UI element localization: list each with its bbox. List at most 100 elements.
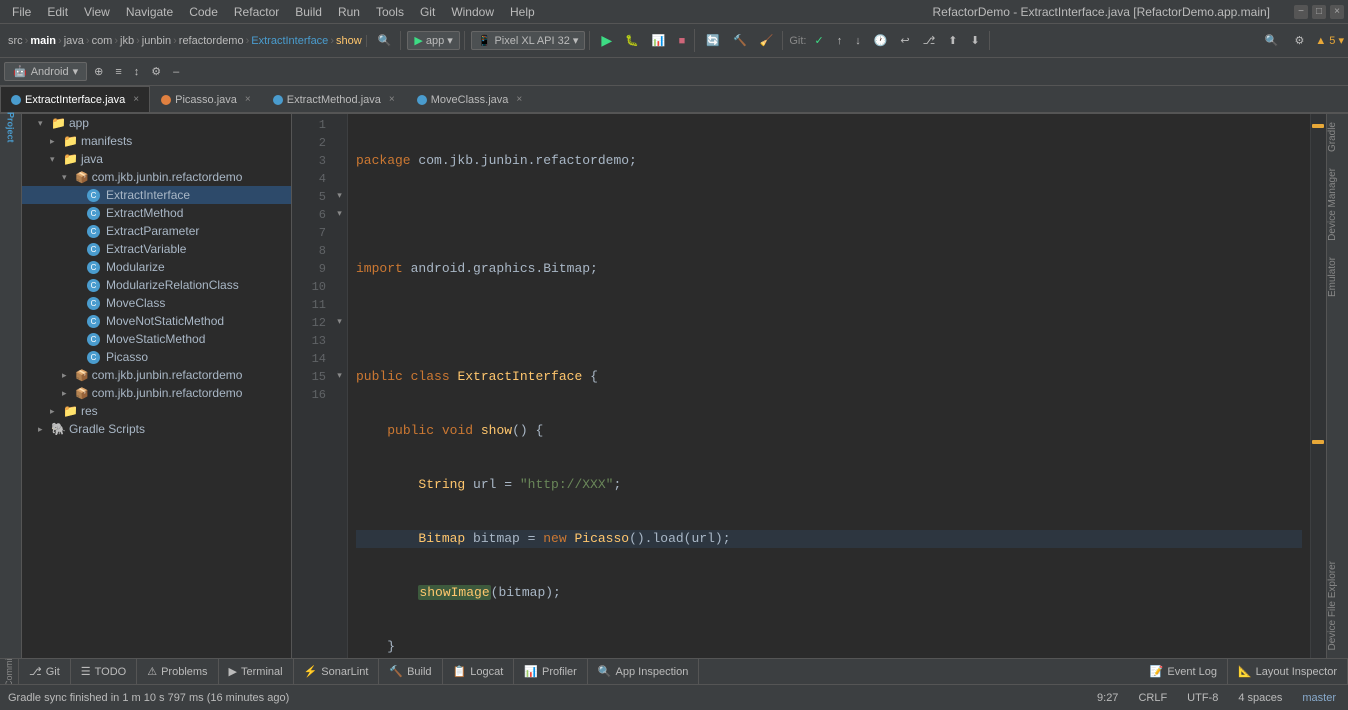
project-list-button[interactable]: ≡ — [110, 63, 126, 81]
tree-item-package-main[interactable]: ▾ 📦 com.jkb.junbin.refactordemo — [22, 168, 291, 186]
menu-git[interactable]: Git — [412, 5, 443, 19]
tree-item-moveclass[interactable]: C MoveClass — [22, 294, 291, 312]
bottom-tab-terminal[interactable]: ▶ Terminal — [219, 659, 294, 684]
line-ending-indicator[interactable]: CRLF — [1134, 691, 1171, 705]
debug-button[interactable]: 🐛 — [620, 31, 644, 50]
tab-extractmethod[interactable]: ExtractMethod.java × — [262, 86, 406, 112]
breadcrumb-main[interactable]: main — [30, 35, 56, 47]
bottom-tab-sonarlint[interactable]: ⚡ SonarLint — [294, 659, 380, 684]
fold-class-end[interactable]: ▾ — [332, 366, 347, 384]
tree-item-extractmethod[interactable]: C ExtractMethod — [22, 204, 291, 222]
breadcrumb-java[interactable]: java — [64, 35, 84, 47]
tree-item-package2[interactable]: ▸ 📦 com.jkb.junbin.refactordemo — [22, 366, 291, 384]
fold-showimage-method[interactable]: ▾ — [332, 312, 347, 330]
sync-button[interactable]: 🔄 — [701, 31, 725, 50]
tree-item-picasso[interactable]: C Picasso — [22, 348, 291, 366]
git-branch-button[interactable]: ⎇ — [918, 31, 941, 50]
tree-item-movestaticmethod[interactable]: C MoveStaticMethod — [22, 330, 291, 348]
emulator-label[interactable]: Emulator — [1327, 249, 1348, 305]
minimize-button[interactable]: − — [1294, 5, 1308, 19]
code-scrollbar[interactable] — [1310, 114, 1326, 658]
breadcrumb-method[interactable]: show — [336, 35, 362, 47]
device-dropdown[interactable]: 📱 Pixel XL API 32 ▾ — [471, 31, 586, 50]
commit-side-label[interactable]: Commit — [0, 659, 19, 684]
encoding-indicator[interactable]: UTF-8 — [1183, 691, 1222, 705]
bottom-tab-logcat[interactable]: 📋 Logcat — [443, 659, 515, 684]
app-dropdown[interactable]: ▶ app ▾ — [407, 31, 459, 50]
menu-code[interactable]: Code — [181, 5, 226, 19]
coverage-button[interactable]: 📊 — [647, 31, 671, 50]
line-col-indicator[interactable]: 9:27 — [1093, 691, 1122, 705]
clean-button[interactable]: 🧹 — [755, 31, 779, 50]
fold-class[interactable]: ▾ — [332, 186, 347, 204]
menu-build[interactable]: Build — [287, 5, 330, 19]
fold-show-method[interactable]: ▾ — [332, 204, 347, 222]
bottom-tab-layoutinspector[interactable]: 📐 Layout Inspector — [1228, 659, 1348, 684]
tree-item-java[interactable]: ▾ 📁 java — [22, 150, 291, 168]
breadcrumb-com[interactable]: com — [92, 35, 113, 47]
bottom-tab-appinspection[interactable]: 🔍 App Inspection — [588, 659, 699, 684]
tree-item-extractvariable[interactable]: C ExtractVariable — [22, 240, 291, 258]
project-expand-button[interactable]: ↕ — [129, 63, 145, 81]
git-revert-button[interactable]: ↩ — [895, 31, 914, 50]
tab-close-extractmethod[interactable]: × — [389, 94, 395, 105]
settings-button[interactable]: ⚙ — [1289, 31, 1309, 50]
android-dropdown[interactable]: 🤖 Android ▾ — [4, 62, 87, 81]
menu-help[interactable]: Help — [502, 5, 543, 19]
tree-item-modularizerelation[interactable]: C ModularizeRelationClass — [22, 276, 291, 294]
tree-item-app[interactable]: ▾ 📁 app — [22, 114, 291, 132]
breadcrumb-refactordemo[interactable]: refactordemo — [179, 35, 244, 47]
tree-item-manifests[interactable]: ▸ 📁 manifests — [22, 132, 291, 150]
menu-view[interactable]: View — [76, 5, 118, 19]
breadcrumb-file[interactable]: ExtractInterface — [251, 35, 328, 47]
code-content[interactable]: package com.jkb.junbin.refactordemo; imp… — [348, 114, 1310, 658]
tree-item-modularize[interactable]: C Modularize — [22, 258, 291, 276]
run-button[interactable]: ▶ — [596, 29, 617, 52]
code-editor[interactable]: 1 2 3 4 5 6 7 8 9 10 11 12 13 14 15 16 — [292, 114, 1326, 658]
tree-item-package3[interactable]: ▸ 📦 com.jkb.junbin.refactordemo — [22, 384, 291, 402]
menu-edit[interactable]: Edit — [39, 5, 76, 19]
bottom-tab-git[interactable]: ⎇ Git — [19, 659, 71, 684]
menu-window[interactable]: Window — [443, 5, 502, 19]
git-fetch-button[interactable]: ⬇ — [966, 31, 985, 50]
tab-extractinterface[interactable]: ExtractInterface.java × — [0, 86, 150, 112]
bottom-tab-todo[interactable]: ☰ TODO — [71, 659, 137, 684]
tree-item-res[interactable]: ▸ 📁 res — [22, 402, 291, 420]
indent-indicator[interactable]: 4 spaces — [1234, 691, 1286, 705]
git-history-button[interactable]: 🕐 — [869, 31, 893, 50]
menu-run[interactable]: Run — [330, 5, 368, 19]
tree-item-extractparameter[interactable]: C ExtractParameter — [22, 222, 291, 240]
git-push2-button[interactable]: ⬆ — [943, 31, 962, 50]
menu-navigate[interactable]: Navigate — [118, 5, 181, 19]
close-button[interactable]: × — [1330, 5, 1344, 19]
device-manager-label[interactable]: Device Manager — [1327, 160, 1348, 249]
tab-close-extractinterface[interactable]: × — [133, 94, 139, 105]
tree-item-movenotstaticmethod[interactable]: C MoveNotStaticMethod — [22, 312, 291, 330]
tree-item-extractinterface[interactable]: C ExtractInterface — [22, 186, 291, 204]
tab-picasso[interactable]: Picasso.java × — [150, 86, 262, 112]
tree-item-gradle-scripts[interactable]: ▸ 🐘 Gradle Scripts — [22, 420, 291, 438]
bottom-tab-profiler[interactable]: 📊 Profiler — [514, 659, 588, 684]
build-button[interactable]: 🔨 — [728, 31, 752, 50]
git-pull-button[interactable]: ↓ — [850, 32, 866, 50]
menu-tools[interactable]: Tools — [368, 5, 412, 19]
bottom-tab-build[interactable]: 🔨 Build — [379, 659, 442, 684]
project-add-button[interactable]: ⊕ — [89, 62, 108, 81]
bottom-tab-eventlog[interactable]: 📝 Event Log — [1140, 659, 1228, 684]
bottom-tab-problems[interactable]: ⚠ Problems — [137, 659, 218, 684]
project-settings-button[interactable]: ⚙ — [146, 62, 166, 81]
project-icon[interactable]: Project — [2, 118, 20, 136]
find-button[interactable]: 🔍 — [1260, 31, 1284, 50]
maximize-button[interactable]: □ — [1312, 5, 1326, 19]
device-file-explorer-label[interactable]: Device File Explorer — [1327, 553, 1348, 658]
tab-close-moveclass[interactable]: × — [516, 94, 522, 105]
gradle-panel-label[interactable]: Gradle — [1327, 114, 1348, 160]
branch-indicator[interactable]: master — [1298, 691, 1340, 705]
breadcrumb-junbin[interactable]: junbin — [142, 35, 171, 47]
git-check-button[interactable]: ✓ — [809, 31, 828, 50]
tab-moveclass[interactable]: MoveClass.java × — [406, 86, 533, 112]
breadcrumb-jkb[interactable]: jkb — [120, 35, 134, 47]
menu-file[interactable]: File — [4, 5, 39, 19]
search-everywhere-button[interactable]: 🔍 — [373, 31, 397, 50]
stop-button[interactable]: ■ — [674, 32, 691, 50]
